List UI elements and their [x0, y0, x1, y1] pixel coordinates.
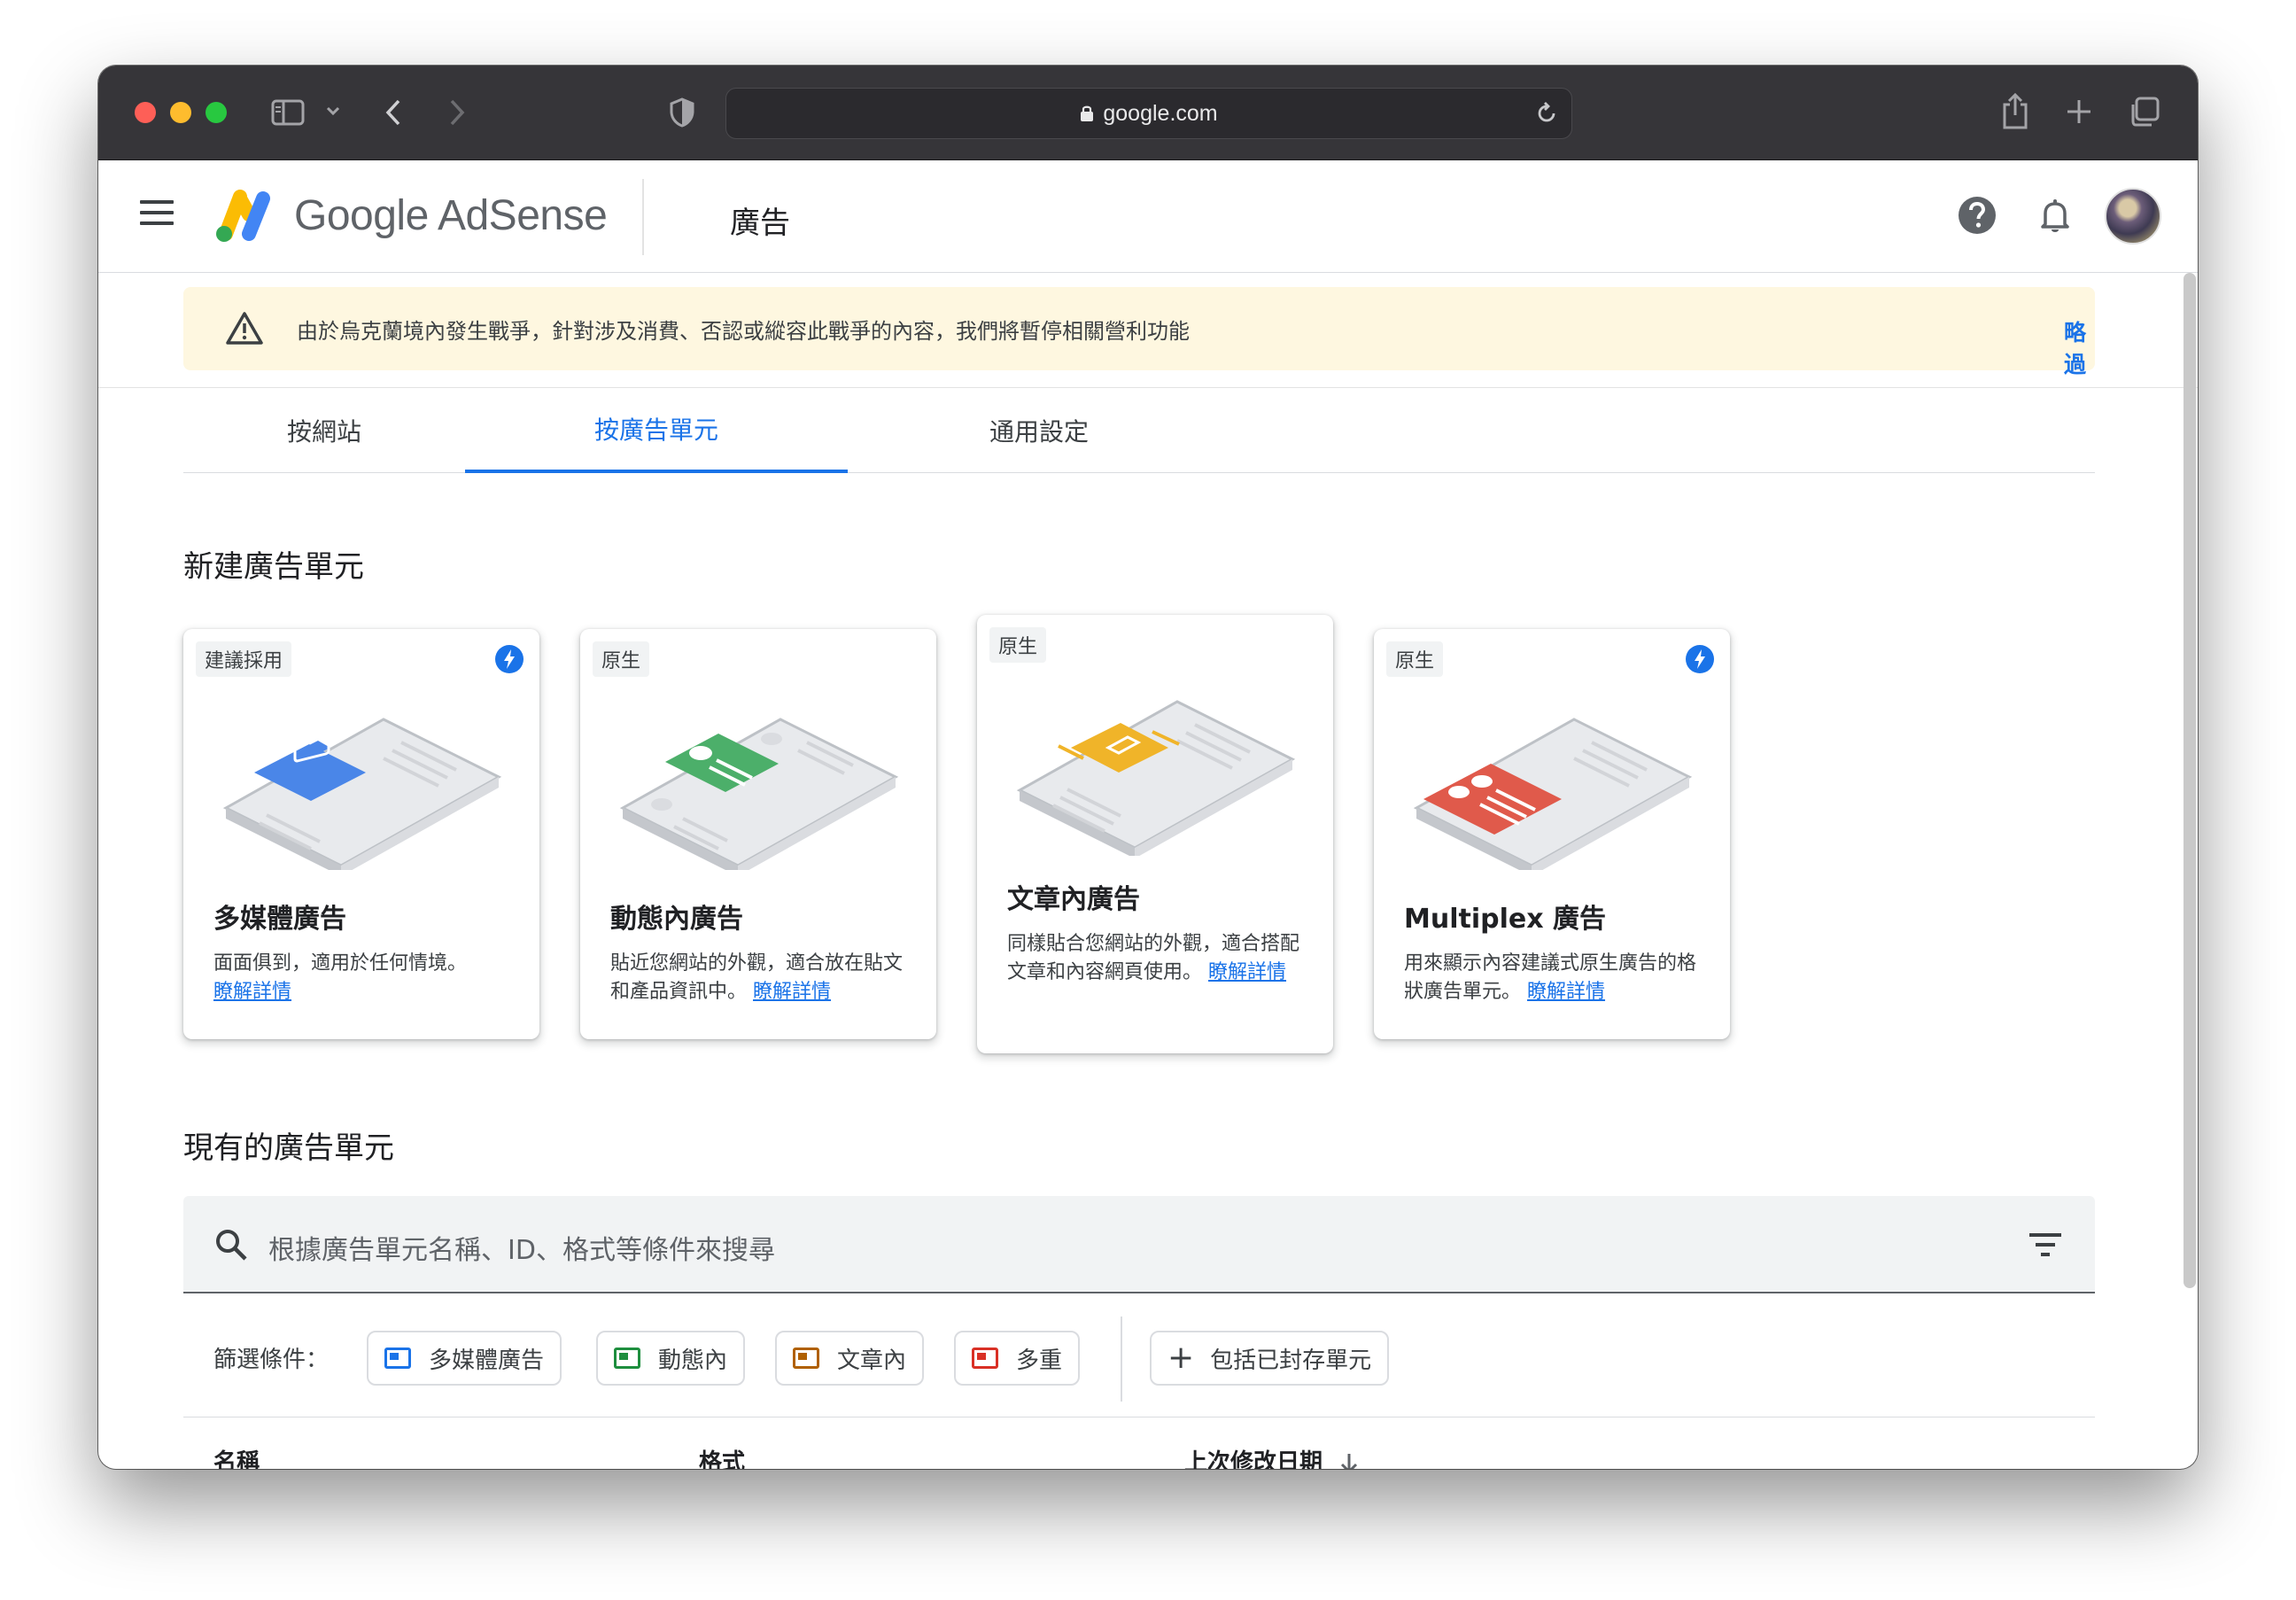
card-description: 面面俱到，適用於任何情境。 瞭解詳情 [213, 950, 515, 1006]
back-icon[interactable] [384, 97, 403, 128]
card-badge: 原生 [593, 641, 650, 677]
app-header: Google AdSense 廣告 [98, 161, 2198, 273]
card-title: 多媒體廣告 [213, 904, 346, 935]
page-scrollbar[interactable] [2184, 273, 2196, 1288]
notice-banner: 由於烏克蘭境內發生戰爭，針對涉及消費、否認或縱容此戰爭的內容，我們將暫停相關營利… [183, 287, 2095, 377]
sidebar-toggle-icon[interactable] [271, 99, 305, 126]
learn-more-link[interactable]: 瞭解詳情 [1208, 961, 1286, 983]
filter-chip-display[interactable]: 多媒體廣告 [367, 1331, 562, 1386]
column-header-label: 上次修改日期 [1184, 1449, 1323, 1469]
chevron-down-icon[interactable] [325, 105, 341, 117]
multiplex-ads-card[interactable]: 原生 Multiplex 廣告 用來顯示內容建議式原生廣告的格狀廣告單元。 瞭解… [1374, 629, 1730, 1039]
account-avatar[interactable] [2105, 188, 2161, 245]
column-header-name[interactable]: 名稱 [213, 1444, 260, 1469]
in-article-format-icon [793, 1348, 819, 1369]
filter-chip-in-article[interactable]: 文章內 [775, 1331, 925, 1386]
tab-overview-icon[interactable] [2129, 96, 2160, 128]
new-ad-units-heading: 新建廣告單元 [183, 549, 364, 585]
filter-label: 篩選條件： [213, 1347, 330, 1373]
display-ads-card[interactable]: 建議採用 多媒體廣告 面面俱到，適用於任何情境。 瞭解詳情 [183, 629, 539, 1039]
banner-message: 由於烏克蘭境內發生戰爭，針對涉及消費、否認或縱容此戰爭的內容，我們將暫停相關營利… [297, 319, 1190, 344]
filter-divider [1121, 1317, 1122, 1402]
share-icon[interactable] [2001, 92, 2029, 129]
card-description: 用來顯示內容建議式原生廣告的格狀廣告單元。 瞭解詳情 [1404, 950, 1705, 1006]
zoom-window-button[interactable] [206, 102, 227, 123]
plus-icon: + [1167, 1340, 1195, 1376]
card-description: 貼近您網站的外觀，適合放在貼文和產品資訊中。 瞭解詳情 [610, 950, 911, 1006]
chip-label: 包括已封存單元 [1210, 1347, 1372, 1374]
search-icon [216, 1230, 247, 1261]
sort-descending-icon [1341, 1453, 1358, 1469]
learn-more-link[interactable]: 瞭解詳情 [753, 981, 831, 1003]
card-title: 動態內廣告 [610, 904, 743, 935]
in-feed-ads-card[interactable]: 原生 動態內廣告 貼近您網站的外觀，適合放在貼文和產品資訊中。 瞭解詳情 [580, 629, 936, 1039]
browser-toolbar: google.com [98, 66, 2198, 160]
card-badge: 建議採用 [196, 641, 292, 677]
include-archived-chip[interactable]: + 包括已封存單元 [1150, 1331, 1390, 1386]
chip-label: 多媒體廣告 [429, 1347, 545, 1374]
in-article-ads-card[interactable]: 原生 文章內廣告 同樣貼合您網站的外觀，適合搭配文章和內容網頁使用。 瞭解詳情 [977, 615, 1333, 1053]
minimize-window-button[interactable] [170, 102, 191, 123]
tab-by-site[interactable]: 按網站 [183, 388, 465, 473]
banner-dismiss-button[interactable]: 略過 [2064, 315, 2095, 379]
learn-more-link[interactable]: 瞭解詳情 [1527, 981, 1605, 1003]
filter-chip-in-feed[interactable]: 動態內 [596, 1331, 746, 1386]
reload-icon[interactable] [1534, 101, 1559, 126]
display-ad-illustration-icon [222, 718, 502, 870]
existing-ad-units-heading: 現有的廣告單元 [183, 1130, 394, 1166]
privacy-shield-icon[interactable] [669, 97, 695, 128]
url-text: google.com [1103, 100, 1218, 126]
learn-more-link[interactable]: 瞭解詳情 [213, 981, 291, 1003]
in-article-ad-illustration-icon [1016, 700, 1296, 856]
header-divider [642, 179, 644, 255]
address-bar[interactable]: google.com [725, 88, 1572, 139]
warning-icon [226, 312, 263, 345]
in-feed-ad-illustration-icon [619, 718, 899, 870]
column-header-last-modified[interactable]: 上次修改日期 [1184, 1444, 1359, 1469]
brand-name: Google AdSense [294, 192, 608, 239]
new-tab-icon[interactable] [2065, 97, 2093, 126]
page-title: 廣告 [730, 206, 790, 241]
card-title: 文章內廣告 [1007, 884, 1140, 915]
card-description-text: 面面俱到，適用於任何情境。 [213, 952, 468, 975]
help-icon[interactable] [1957, 195, 1997, 236]
forward-icon[interactable] [447, 97, 467, 128]
tab-bar: 按網站 按廣告單元 通用設定 [183, 388, 2095, 473]
tab-global-settings[interactable]: 通用設定 [848, 388, 1230, 473]
lock-icon [1081, 105, 1094, 121]
close-window-button[interactable] [135, 102, 156, 123]
card-title: Multiplex 廣告 [1404, 904, 1607, 935]
bolt-icon [495, 645, 524, 673]
chip-label: 動態內 [658, 1347, 728, 1374]
display-format-icon [384, 1348, 411, 1369]
filter-list-icon[interactable] [2028, 1231, 2063, 1258]
in-feed-format-icon [614, 1348, 640, 1369]
chip-label: 文章內 [837, 1347, 907, 1374]
notifications-bell-icon[interactable] [2035, 195, 2075, 236]
tab-by-ad-unit[interactable]: 按廣告單元 [465, 388, 848, 473]
column-header-format[interactable]: 格式 [699, 1444, 745, 1469]
adsense-logo-icon [216, 190, 270, 242]
main-menu-icon[interactable] [140, 200, 174, 229]
card-badge: 原生 [989, 627, 1047, 663]
bolt-icon [1686, 645, 1714, 673]
search-placeholder: 根據廣告單元名稱、ID、格式等條件來搜尋 [268, 1235, 775, 1266]
card-badge: 原生 [1386, 641, 1444, 677]
multiplex-format-icon [972, 1348, 998, 1369]
chip-label: 多重 [1016, 1347, 1063, 1374]
multiplex-ad-illustration-icon [1413, 718, 1693, 870]
card-description: 同樣貼合您網站的外觀，適合搭配文章和內容網頁使用。 瞭解詳情 [1007, 930, 1308, 987]
browser-window: google.com Google AdSense 廣告 由於烏克蘭境內發生戰爭… [98, 66, 2198, 1469]
filter-chip-multiplex[interactable]: 多重 [954, 1331, 1081, 1386]
ad-unit-search-field[interactable]: 根據廣告單元名稱、ID、格式等條件來搜尋 [183, 1196, 2095, 1293]
